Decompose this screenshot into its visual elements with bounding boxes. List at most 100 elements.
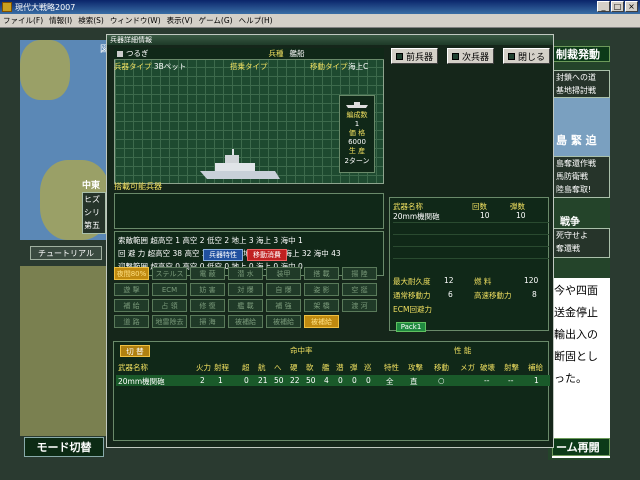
opt-bridge: 架 橋 (304, 299, 339, 312)
maximize-button[interactable]: □ (611, 1, 624, 12)
next-weapon-button[interactable]: 次兵器 (447, 48, 495, 64)
endurance-label: 最大耐久度 (393, 277, 431, 286)
consume-tab[interactable]: 移動消費 (247, 249, 287, 261)
pack-button[interactable]: Pack1 (396, 322, 426, 332)
type-label: 兵器タイプ (114, 62, 152, 71)
prev-weapon-button[interactable]: 前兵器 (391, 48, 439, 64)
resume-button[interactable]: ーム再開 (552, 438, 610, 456)
endurance-value: 12 (444, 276, 454, 285)
weapon-table: 切 替 命中率 性 能 武器名称 火力 射程 超 航 へ 硬 軟 艦 潜 弾 巡… (113, 341, 550, 441)
operation-item[interactable]: 陸島奪取! (556, 183, 609, 196)
war-item[interactable]: 奪還戦 (556, 242, 609, 255)
next-icon (452, 52, 459, 60)
row-destroy: -- (484, 376, 490, 385)
next-label: 次兵器 (462, 52, 490, 63)
loadable-label: 搭載可能兵器 (114, 182, 162, 191)
opt-sweep: 掃 海 (190, 315, 225, 328)
opt-submerge: 潜 水 (228, 267, 263, 280)
opt-repair: 修 復 (190, 299, 225, 312)
col-hard: 硬 (290, 363, 298, 372)
row-shoot: -- (508, 376, 514, 385)
count-value: 1 (354, 120, 360, 128)
move-value: 海上C (348, 62, 369, 71)
info-box: 編成数 1 価 格 6000 生 産 2ターン (339, 95, 375, 173)
scenario-item[interactable]: 封鎖への道 (556, 71, 609, 84)
count-label: 編成数 (346, 111, 368, 119)
opt-landing: 揚 陸 (342, 267, 377, 280)
opt-resupply-1: 被補給 (228, 315, 263, 328)
close-panel-button[interactable]: 閉じる (503, 48, 551, 64)
panel-title: 兵器詳細情報 (107, 35, 553, 45)
col-mega: メガ (460, 363, 475, 372)
row-heli: 50 (274, 376, 284, 385)
story-line: 断固とし (554, 350, 598, 363)
switch-button[interactable]: 切 替 (120, 345, 150, 357)
scenario-item[interactable]: 基地掃討戦 (556, 84, 609, 97)
menu-help[interactable]: ヘルプ(H) (236, 15, 276, 26)
col-name: 武器名称 (118, 363, 148, 372)
row-name: 20mm機関砲 (118, 377, 165, 386)
performance-label: 性 能 (454, 346, 472, 355)
price-value: 6000 (348, 138, 366, 146)
weapon-slot (393, 246, 549, 256)
story-text: 今や四面 送金停止 輸出入の 断固とし った。 (552, 278, 610, 458)
col-heli: へ (274, 363, 282, 372)
accuracy-label: 命中率 (290, 346, 313, 355)
row-cruise: 0 (366, 376, 371, 385)
story-line: 今や四面 (554, 284, 598, 297)
ecm-label: ECM回避力 (393, 305, 432, 314)
window-title: 現代大戦略2007 (15, 2, 76, 12)
fast-move-value: 8 (532, 290, 537, 299)
menu-game[interactable]: ゲーム(G) (196, 15, 236, 26)
row-range: 1 (218, 376, 223, 385)
opt-demine: 地雷除去 (152, 315, 187, 328)
region-label: 中東 (82, 181, 101, 191)
scenario-line: シリ (84, 208, 100, 217)
mode-switch-button[interactable]: モード切替 (24, 437, 104, 457)
row-firepower: 2 (200, 376, 205, 385)
col-cruise: 巡 (364, 363, 372, 372)
opt-airborne: 空 挺 (342, 283, 377, 296)
ship-icon (346, 102, 368, 108)
opt-occupy: 占 領 (152, 299, 187, 312)
operation-item[interactable]: 馬防衛戦 (556, 170, 609, 183)
type-row: 兵器タイプ 3Bペット 搭乗タイプ 移動タイプ 海上C (114, 61, 384, 73)
row-missile: 0 (352, 376, 357, 385)
close-button[interactable]: × (625, 1, 638, 12)
normal-move-value: 6 (448, 290, 453, 299)
minimize-button[interactable]: _ (597, 1, 610, 12)
feature-grid: 夜間80% ステルス 電 蔽 潜 水 装甲 搭 載 揚 陸 遊 撃 ECM 妨 … (114, 267, 384, 328)
window-controls: _ □ × (597, 1, 638, 12)
col-supply: 補給 (528, 363, 543, 372)
menu-view[interactable]: 表示(V) (164, 15, 196, 26)
loadable-list (114, 193, 384, 229)
story-line: った。 (554, 372, 587, 385)
war-item[interactable]: 死守せよ (556, 229, 609, 242)
opt-ecm: ECM (152, 283, 187, 296)
weapon-name: 20mm機関砲 (393, 212, 440, 221)
row-hard: 22 (290, 376, 300, 385)
prev-label: 前兵器 (406, 52, 434, 63)
row-supply: 1 (534, 376, 539, 385)
col-trait: 特性 (384, 363, 399, 372)
unit-header: つるぎ 兵種 艦船 (114, 48, 384, 60)
col-firepower: 火力 (196, 363, 211, 372)
feature-tab[interactable]: 兵器特性 (203, 249, 243, 261)
menu-info[interactable]: 情報(I) (46, 15, 75, 26)
opt-stealth: ステルス (152, 267, 187, 280)
sanction-button[interactable]: 制裁発動 (552, 46, 610, 62)
prev-icon (396, 52, 403, 60)
opt-crossing: 渡 河 (342, 299, 377, 312)
operation-item[interactable]: 島奪還作戦 (556, 157, 609, 170)
tutorial-button[interactable]: チュートリアル (30, 246, 102, 260)
menu-window[interactable]: ウィンドウ(W) (107, 15, 164, 26)
menu-file[interactable]: ファイル(F) (0, 15, 46, 26)
war-list: 死守せよ 奪還戦 (552, 228, 610, 258)
menu-search[interactable]: 検索(S) (75, 15, 107, 26)
row-mega: ○ (438, 376, 445, 385)
row-super: 0 (244, 376, 249, 385)
opt-jam: 妨 害 (190, 283, 225, 296)
island-label: 島 緊 迫 (556, 134, 597, 147)
weapon-slot (393, 258, 549, 268)
scenario-line: ヒズ (84, 195, 100, 204)
